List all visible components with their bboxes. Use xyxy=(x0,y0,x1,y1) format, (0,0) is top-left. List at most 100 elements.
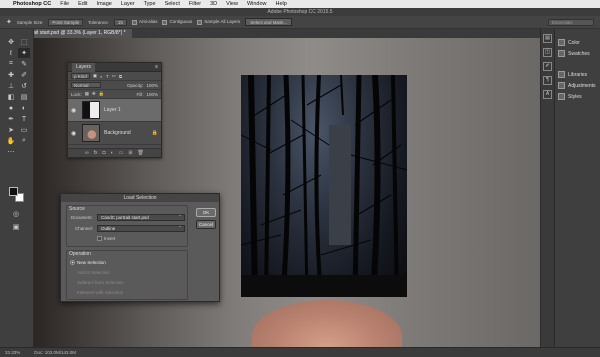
fill-value[interactable]: 100% xyxy=(146,92,158,97)
move-tool-icon[interactable]: ✥ xyxy=(5,37,17,47)
filter-shape-icon[interactable]: ▭ xyxy=(112,73,116,79)
history-brush-icon[interactable]: ↺ xyxy=(18,81,30,91)
eyedropper-tool-icon[interactable]: ✎ xyxy=(18,59,30,69)
paragraph-panel-icon[interactable]: ¶ xyxy=(543,76,552,85)
menu-help[interactable]: Help xyxy=(276,1,287,7)
invert-label: Invert xyxy=(104,236,116,241)
menu-edit[interactable]: Edit xyxy=(78,1,87,7)
magic-wand-icon[interactable]: ✦ xyxy=(6,18,12,26)
shape-tool-icon[interactable]: ▭ xyxy=(18,125,30,135)
filter-smart-icon[interactable]: ⧉ xyxy=(119,74,122,79)
magic-wand-tool-icon[interactable]: ✦ xyxy=(18,48,30,58)
antialias-checkbox[interactable]: Anti-alias xyxy=(131,19,157,25)
layer-row-layer-1[interactable]: ◉ Layer 1 xyxy=(68,99,161,122)
swatches-panel-tab[interactable]: Swatches xyxy=(558,50,590,57)
character-panel-icon[interactable]: A xyxy=(543,90,552,99)
type-tool-icon[interactable]: T xyxy=(18,114,30,124)
zoom-level[interactable]: 33.33% xyxy=(5,350,20,355)
layer-name: Background xyxy=(104,130,131,136)
styles-panel-tab[interactable]: Styles xyxy=(558,93,582,100)
brush-panel-icon[interactable]: ✐ xyxy=(543,62,552,71)
menu-3d[interactable]: 3D xyxy=(210,1,217,7)
lock-pixels-icon[interactable]: ▦ xyxy=(85,91,89,97)
status-bar: 33.33% Doc: 103.0M/143.0M xyxy=(0,347,600,357)
screen-mode-icon[interactable]: ▣ xyxy=(10,222,22,232)
eye-icon[interactable]: ◉ xyxy=(71,107,78,114)
sample-size-select[interactable]: Point Sample xyxy=(48,18,84,26)
lock-all-icon[interactable]: 🔒 xyxy=(99,91,105,97)
filter-adjust-icon[interactable]: ◐ xyxy=(100,74,103,79)
link-layers-icon[interactable]: ∞ xyxy=(85,150,89,156)
channel-select[interactable]: Outline xyxy=(97,224,185,232)
lock-position-icon[interactable]: ✥ xyxy=(92,91,96,97)
layer-thumbnail xyxy=(82,101,100,119)
cancel-button[interactable]: Cancel xyxy=(196,220,216,229)
panel-menu-icon[interactable]: ≡ xyxy=(155,64,158,70)
tolerance-label: Tolerance: xyxy=(88,19,109,25)
menu-layer[interactable]: Layer xyxy=(121,1,135,7)
path-select-tool-icon[interactable]: ➤ xyxy=(5,125,17,135)
shoulder-image xyxy=(252,300,402,347)
menu-image[interactable]: Image xyxy=(97,1,112,7)
menu-view[interactable]: View xyxy=(226,1,238,7)
libraries-icon xyxy=(558,71,565,78)
tolerance-input[interactable]: 15 xyxy=(113,18,127,26)
menu-select[interactable]: Select xyxy=(165,1,180,7)
menu-type[interactable]: Type xyxy=(144,1,156,7)
trash-icon[interactable]: 🗑 xyxy=(138,150,144,156)
color-panel-tab[interactable]: Color xyxy=(558,39,580,46)
quick-mask-icon[interactable]: ◎ xyxy=(10,209,22,219)
fx-icon[interactable]: fx xyxy=(94,150,98,156)
filter-pixel-icon[interactable]: ▣ xyxy=(93,73,97,79)
zoom-tool-icon[interactable]: ⌕ xyxy=(18,136,30,146)
adjustments-panel-tab[interactable]: Adjustments xyxy=(558,82,596,89)
add-mask-icon[interactable]: ◘ xyxy=(103,150,106,156)
hand-tool-icon[interactable]: ✋ xyxy=(5,136,17,146)
eraser-tool-icon[interactable]: ◧ xyxy=(5,92,17,102)
menu-app-name[interactable]: Photoshop CC xyxy=(13,1,51,7)
new-layer-icon[interactable]: ⊞ xyxy=(128,150,132,156)
new-selection-radio[interactable] xyxy=(70,260,75,265)
document-info: Doc: 103.0M/143.0M xyxy=(34,350,77,355)
styles-panel-label: Styles xyxy=(568,93,582,100)
pen-tool-icon[interactable]: ✒ xyxy=(5,114,17,124)
eye-icon[interactable]: ◉ xyxy=(71,130,78,137)
document-select[interactable]: CandC portrait start.psd xyxy=(97,213,185,221)
right-panel-dock: ▤ ◫ ✐ ¶ A Color Swatches Libraries Adjus… xyxy=(540,29,600,347)
menu-file[interactable]: File xyxy=(60,1,69,7)
stamp-tool-icon[interactable]: ⊥ xyxy=(5,81,17,91)
gradient-tool-icon[interactable]: ▤ xyxy=(18,92,30,102)
layers-tab[interactable]: Layers xyxy=(72,62,96,72)
lasso-tool-icon[interactable]: ℓ xyxy=(5,48,17,58)
healing-tool-icon[interactable]: ✚ xyxy=(5,70,17,80)
blur-tool-icon[interactable]: ● xyxy=(5,103,17,113)
checkbox-icon xyxy=(197,19,203,25)
more-tools-icon[interactable]: ⋯ xyxy=(5,147,17,157)
dodge-tool-icon[interactable]: ◐ xyxy=(18,103,30,113)
ok-button[interactable]: OK xyxy=(196,208,216,217)
sample-all-layers-checkbox[interactable]: Sample All Layers xyxy=(197,19,240,25)
forest-trees-graphic xyxy=(241,75,407,297)
menu-filter[interactable]: Filter xyxy=(189,1,201,7)
blend-mode-select[interactable]: Normal xyxy=(71,82,101,88)
opacity-value[interactable]: 100% xyxy=(146,83,158,88)
invert-checkbox[interactable] xyxy=(97,236,102,241)
layer-row-background[interactable]: ◉ Background 🔒 xyxy=(68,122,161,145)
libraries-panel-tab[interactable]: Libraries xyxy=(558,71,587,78)
contiguous-checkbox[interactable]: Contiguous xyxy=(162,19,192,25)
layer-name: Layer 1 xyxy=(104,107,121,113)
brush-tool-icon[interactable]: ✐ xyxy=(18,70,30,80)
filter-type-icon[interactable]: T xyxy=(106,74,109,79)
select-and-mask-button[interactable]: Select and Mask... xyxy=(245,18,293,26)
kind-filter-select[interactable]: ρ Kind xyxy=(71,73,90,79)
workspace-search[interactable]: Essentials xyxy=(548,19,594,26)
swatches-icon xyxy=(558,50,565,57)
marquee-tool-icon[interactable]: ⬚ xyxy=(18,37,30,47)
crop-tool-icon[interactable]: ⌗ xyxy=(5,59,17,69)
menu-window[interactable]: Window xyxy=(247,1,267,7)
group-folder-icon[interactable]: ▭ xyxy=(119,150,124,156)
adjustment-layer-icon[interactable]: ◐ xyxy=(111,150,114,156)
foreground-color-swatch[interactable] xyxy=(9,187,18,196)
properties-panel-icon[interactable]: ◫ xyxy=(543,48,552,57)
history-panel-icon[interactable]: ▤ xyxy=(543,34,552,43)
